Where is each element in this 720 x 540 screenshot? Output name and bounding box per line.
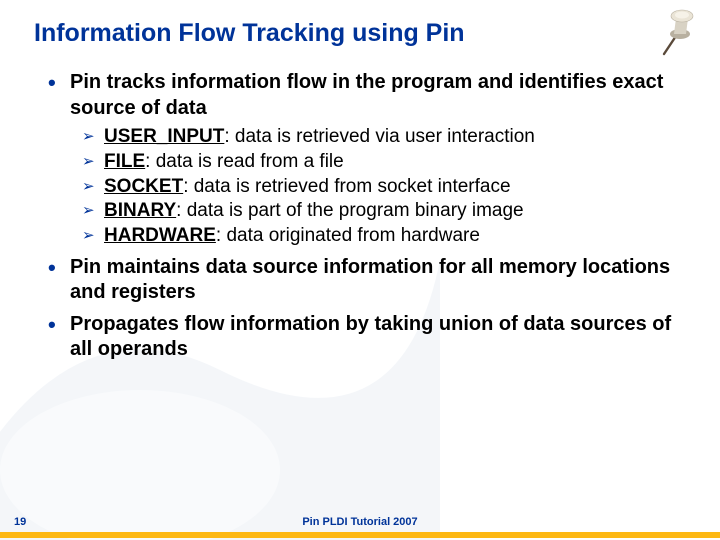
sub-bullet-item: FILE: data is read from a file bbox=[82, 150, 686, 175]
bullet-text: Pin maintains data source information fo… bbox=[70, 256, 670, 304]
sub-desc: : data is read from a file bbox=[145, 151, 344, 172]
sub-bullet-item: USER_INPUT: data is retrieved via user i… bbox=[82, 125, 686, 150]
sub-bullet-item: SOCKET: data is retrieved from socket in… bbox=[82, 175, 686, 200]
sub-term: USER_INPUT bbox=[104, 126, 224, 147]
sub-term: BINARY bbox=[104, 200, 176, 221]
slide-title: Information Flow Tracking using Pin bbox=[34, 18, 686, 48]
sub-term: SOCKET bbox=[104, 176, 183, 197]
sub-term: FILE bbox=[104, 151, 145, 172]
sub-term: HARDWARE bbox=[104, 225, 216, 246]
bullet-item: Propagates flow information by taking un… bbox=[48, 312, 686, 363]
bullet-item: Pin maintains data source information fo… bbox=[48, 255, 686, 306]
slide: Information Flow Tracking using Pin Pin … bbox=[0, 0, 720, 540]
sub-desc: : data is retrieved via user interaction bbox=[224, 126, 535, 147]
sub-bullet-item: BINARY: data is part of the program bina… bbox=[82, 199, 686, 224]
sub-desc: : data originated from hardware bbox=[216, 225, 480, 246]
sub-desc: : data is retrieved from socket interfac… bbox=[183, 176, 510, 197]
bullet-list: Pin tracks information flow in the progr… bbox=[34, 70, 686, 363]
sub-desc: : data is part of the program binary ima… bbox=[176, 200, 523, 221]
bullet-text: Propagates flow information by taking un… bbox=[70, 313, 671, 361]
bullet-text: Pin tracks information flow in the progr… bbox=[70, 71, 663, 119]
bullet-item: Pin tracks information flow in the progr… bbox=[48, 70, 686, 249]
sub-bullet-item: HARDWARE: data originated from hardware bbox=[82, 224, 686, 249]
pushpin-icon bbox=[650, 4, 706, 60]
sub-bullet-list: USER_INPUT: data is retrieved via user i… bbox=[70, 125, 686, 248]
